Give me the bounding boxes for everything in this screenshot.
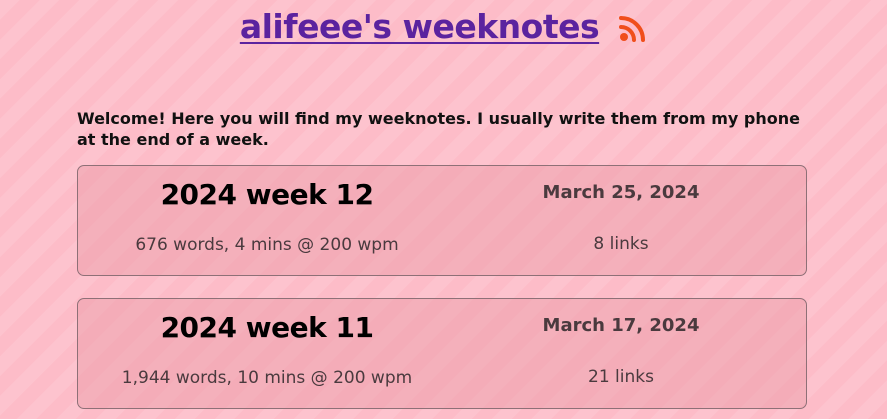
weeknote-card[interactable]: 2024 week 12 March 25, 2024 676 words, 4… <box>77 165 807 276</box>
weeknote-link-count: 8 links <box>593 234 649 254</box>
weeknote-title[interactable]: 2024 week 11 <box>78 311 456 344</box>
weeknote-word-count: 676 words, 4 mins @ 200 wpm <box>135 235 399 255</box>
rss-feed-icon[interactable] <box>619 14 647 42</box>
weeknote-card[interactable]: 2024 week 11 March 17, 2024 1,944 words,… <box>77 298 807 409</box>
weeknote-title[interactable]: 2024 week 12 <box>78 178 456 211</box>
welcome-text: Welcome! Here you will find my weeknotes… <box>77 109 800 149</box>
site-header: alifeee's weeknotes <box>0 2 887 50</box>
weeknote-date: March 17, 2024 <box>542 315 700 336</box>
weeknote-word-count: 1,944 words, 10 mins @ 200 wpm <box>121 368 413 388</box>
weeknote-link-count: 21 links <box>588 367 654 387</box>
weeknote-date: March 25, 2024 <box>542 182 700 203</box>
site-title-link[interactable]: alifeee's weeknotes <box>240 7 600 46</box>
